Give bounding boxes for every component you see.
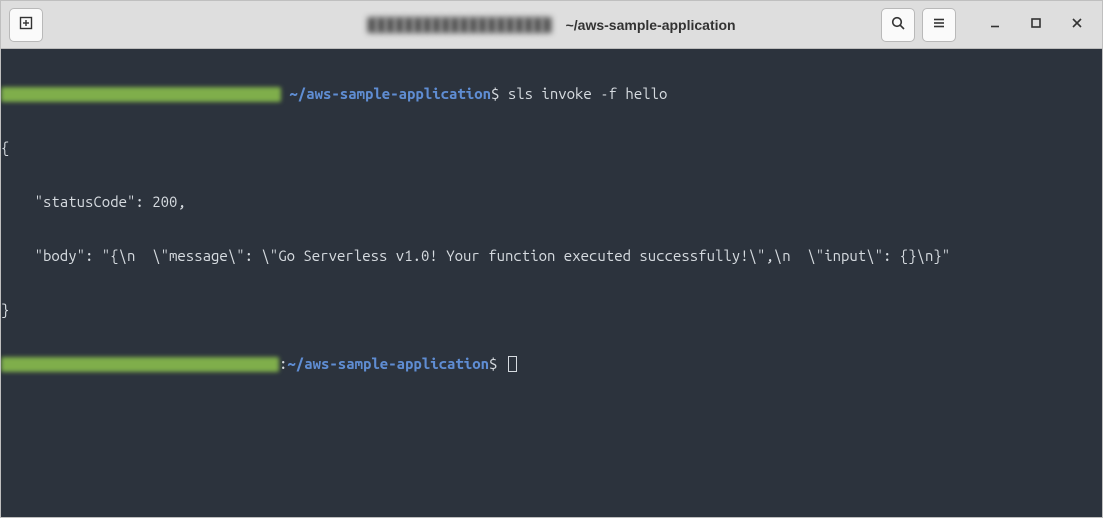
window-maximize-icon <box>1029 16 1043 33</box>
command-text: sls invoke -f hello <box>499 85 667 102</box>
prompt-line-1: ~/aws-sample-application$ sls invoke -f … <box>1 85 1102 103</box>
minimize-button[interactable] <box>978 8 1012 42</box>
prompt-line-2: :~/aws-sample-application$ <box>1 355 1102 373</box>
cwd-path: ~/aws-sample-application <box>281 85 491 102</box>
titlebar-left <box>9 8 43 42</box>
titlebar-right <box>881 8 1094 42</box>
redacted-user-host <box>1 87 281 102</box>
terminal-window: ████████████████████ ~/aws-sample-applic… <box>0 0 1103 518</box>
new-tab-icon <box>18 15 34 34</box>
window-minimize-icon <box>988 16 1002 33</box>
window-title: ~/aws-sample-application <box>566 17 736 33</box>
terminal-body[interactable]: ~/aws-sample-application$ sls invoke -f … <box>1 49 1102 517</box>
titlebar: ████████████████████ ~/aws-sample-applic… <box>1 1 1102 49</box>
window-close-icon <box>1070 16 1084 33</box>
close-button[interactable] <box>1060 8 1094 42</box>
output-line: "statusCode": 200, <box>1 193 1102 211</box>
search-icon <box>890 15 906 34</box>
menu-button[interactable] <box>922 8 956 42</box>
new-tab-button[interactable] <box>9 8 43 42</box>
output-line: { <box>1 139 1102 157</box>
search-button[interactable] <box>881 8 915 42</box>
redacted-user-host <box>1 357 279 372</box>
output-line: } <box>1 301 1102 319</box>
cwd-path: ~/aws-sample-application <box>287 355 489 372</box>
cursor <box>508 356 517 372</box>
titlebar-redacted: ████████████████████ <box>367 17 551 32</box>
output-line: "body": "{\n \"message\": \"Go Serverles… <box>1 247 1102 265</box>
hamburger-menu-icon <box>931 15 947 34</box>
maximize-button[interactable] <box>1019 8 1053 42</box>
prompt-symbol: $ <box>489 355 497 372</box>
